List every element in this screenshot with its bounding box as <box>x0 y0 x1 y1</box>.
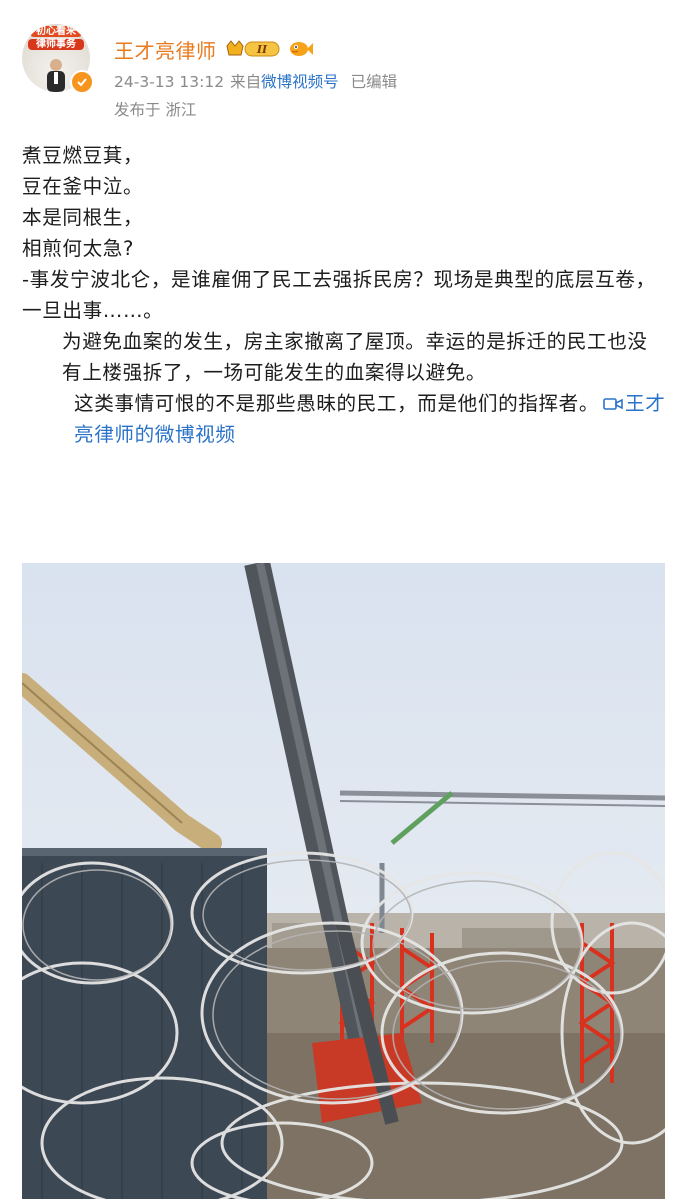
video-camera-icon <box>603 398 623 410</box>
verified-badge-icon <box>70 70 94 94</box>
edited-label[interactable]: 已编辑 <box>351 73 398 91</box>
post-time: 24-3-13 13:12 <box>114 73 225 91</box>
avatar-banner-text-2: 律师事务 <box>28 39 84 50</box>
fish-emoji-icon <box>289 42 313 56</box>
post-content: 煮豆燃豆萁， 豆在釜中泣。 本是同根生， 相煎何太急? -事发宁波北仑，是谁雇佣… <box>22 140 667 450</box>
svg-text:II: II <box>255 43 267 56</box>
post-meta: 24-3-13 13:12 来自微博视频号 已编辑 <box>114 70 397 92</box>
paragraph: -事发宁波北仑，是谁雇佣了民工去强拆民房？现场是典型的底层互卷，一旦出事……。 <box>22 268 656 322</box>
source-prefix: 来自 <box>230 73 262 91</box>
poem-line: 煮豆燃豆萁， <box>22 144 144 167</box>
post-location: 发布于 浙江 <box>114 101 197 119</box>
paragraph: 为避免血案的发生，房主家撤离了屋顶。幸运的是拆迁的民工也没有上楼强拆了，一场可能… <box>22 326 667 388</box>
source-link[interactable]: 微博视频号 <box>261 73 339 91</box>
author-name[interactable]: 王才亮律师 <box>114 35 217 64</box>
paragraph-text: 这类事情可恨的不是那些愚昧的民工，而是他们的指挥者。 <box>74 392 600 415</box>
avatar-banner-text: 初心看来 <box>30 26 82 37</box>
poem-line: 豆在釜中泣。 <box>22 175 144 198</box>
video-thumbnail[interactable] <box>22 563 665 1199</box>
construction-scene-image <box>22 563 665 1199</box>
post-header: 初心看来 律师事务 王才亮律师 II 24-3-13 13:12 来自微博视频号… <box>22 20 662 130</box>
person-figure <box>47 59 65 92</box>
poem-line: 相煎何太急? <box>22 237 134 260</box>
vip-level-badge-icon: II <box>225 40 279 57</box>
paragraph-text: 为避免血案的发生，房主家撤离了屋顶。幸运的是拆迁的民工也没有上楼强拆了，一场可能… <box>62 330 648 384</box>
avatar[interactable]: 初心看来 律师事务 <box>22 24 94 94</box>
poem-line: 本是同根生， <box>22 206 144 229</box>
paragraph: 这类事情可恨的不是那些愚昧的民工，而是他们的指挥者。 王才亮律师的微博视频 <box>22 388 667 450</box>
